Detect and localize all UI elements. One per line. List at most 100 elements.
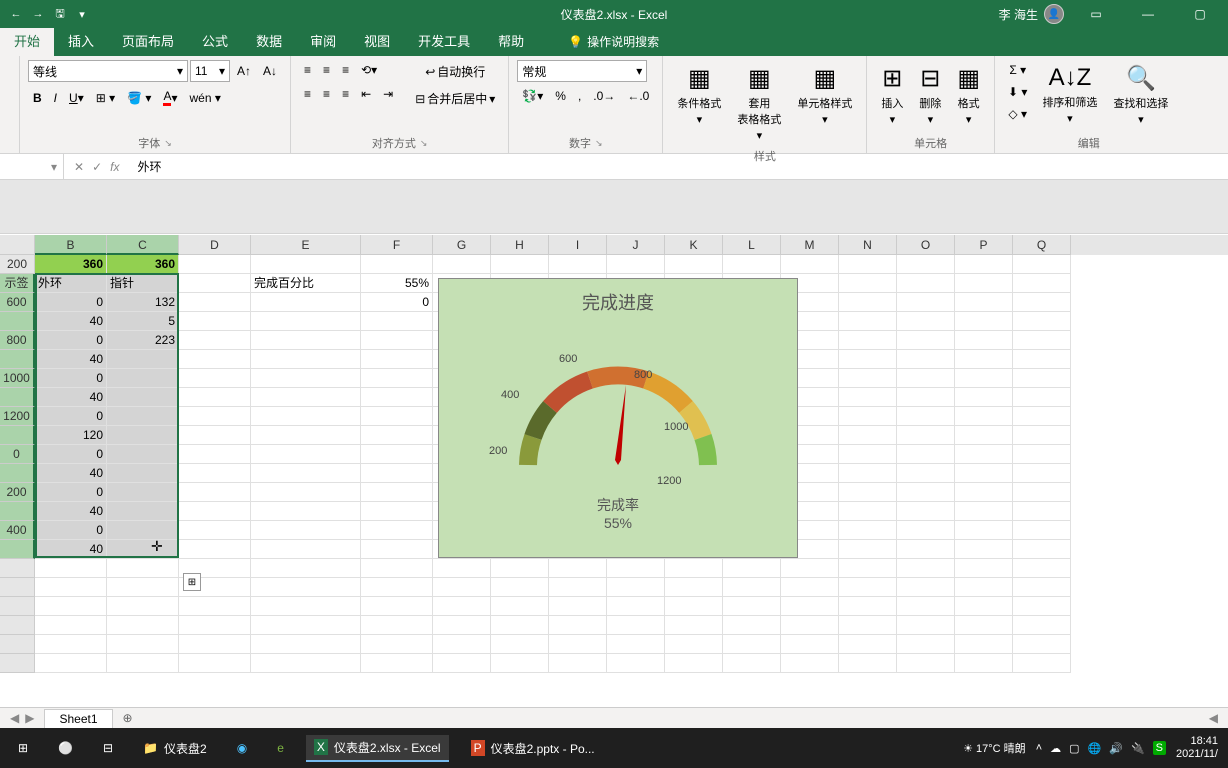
search-taskbar-icon[interactable]: ⚪ xyxy=(50,737,81,759)
cell[interactable] xyxy=(361,388,433,407)
cell[interactable] xyxy=(251,654,361,673)
cell[interactable] xyxy=(491,654,549,673)
tab-review[interactable]: 审阅 xyxy=(296,25,350,56)
cell[interactable] xyxy=(897,274,955,293)
cell[interactable]: 0 xyxy=(35,331,107,350)
cell[interactable] xyxy=(723,616,781,635)
explorer-task[interactable]: 📁 仪表盘2 xyxy=(135,736,215,761)
font-color-button[interactable]: A ▾ xyxy=(158,86,182,109)
row-header[interactable]: 800 xyxy=(0,331,35,350)
cell[interactable] xyxy=(433,654,491,673)
cell[interactable] xyxy=(897,464,955,483)
cell[interactable] xyxy=(251,426,361,445)
row-header[interactable] xyxy=(0,654,35,673)
cell[interactable] xyxy=(665,635,723,654)
cell[interactable] xyxy=(955,274,1013,293)
cell[interactable] xyxy=(781,578,839,597)
cell[interactable] xyxy=(839,369,897,388)
cell[interactable] xyxy=(723,255,781,274)
cell[interactable] xyxy=(1013,616,1071,635)
cell[interactable] xyxy=(107,559,179,578)
cell[interactable] xyxy=(839,540,897,559)
cell[interactable] xyxy=(361,445,433,464)
cell[interactable] xyxy=(179,388,251,407)
cell[interactable] xyxy=(897,369,955,388)
decrease-decimal-icon[interactable]: ←.0 xyxy=(622,86,654,106)
cell[interactable] xyxy=(839,635,897,654)
cell[interactable] xyxy=(361,521,433,540)
tab-home[interactable]: 开始 xyxy=(0,25,54,56)
align-right-icon[interactable]: ≡ xyxy=(337,84,354,104)
row-header[interactable] xyxy=(0,388,35,407)
cell[interactable] xyxy=(839,502,897,521)
cell[interactable] xyxy=(433,559,491,578)
indent-decrease-icon[interactable]: ⇤ xyxy=(356,84,376,104)
cell[interactable]: 40 xyxy=(35,502,107,521)
cell[interactable] xyxy=(35,635,107,654)
number-format-combo[interactable]: 常规▾ xyxy=(517,60,647,82)
cell[interactable] xyxy=(897,654,955,673)
cell[interactable]: 0 xyxy=(35,293,107,312)
cell[interactable] xyxy=(433,635,491,654)
cell[interactable] xyxy=(665,616,723,635)
cell[interactable] xyxy=(361,502,433,521)
cell[interactable] xyxy=(897,331,955,350)
cell[interactable]: 0 xyxy=(35,521,107,540)
cell[interactable] xyxy=(107,635,179,654)
row-header[interactable] xyxy=(0,426,35,445)
cell[interactable] xyxy=(361,578,433,597)
col-header[interactable]: H xyxy=(491,235,549,255)
cell[interactable] xyxy=(897,578,955,597)
cell[interactable] xyxy=(955,350,1013,369)
cell[interactable] xyxy=(897,616,955,635)
cell[interactable] xyxy=(781,616,839,635)
cell[interactable] xyxy=(839,559,897,578)
cell[interactable] xyxy=(897,350,955,369)
cell[interactable] xyxy=(179,369,251,388)
cell[interactable] xyxy=(665,559,723,578)
cell[interactable] xyxy=(361,350,433,369)
cell[interactable] xyxy=(179,407,251,426)
col-header[interactable]: P xyxy=(955,235,1013,255)
sheet-tab[interactable]: Sheet1 xyxy=(44,709,112,728)
merge-center-button[interactable]: ⊟合并后居中▾ xyxy=(410,87,500,110)
cell[interactable] xyxy=(361,616,433,635)
task-view-icon[interactable]: ⊟ xyxy=(95,737,121,759)
ie-task[interactable]: e xyxy=(269,737,292,759)
cell[interactable] xyxy=(361,635,433,654)
underline-button[interactable]: U ▾ xyxy=(64,88,89,108)
cell[interactable] xyxy=(839,464,897,483)
cell[interactable] xyxy=(1013,255,1071,274)
cell[interactable] xyxy=(35,654,107,673)
cell[interactable] xyxy=(897,426,955,445)
cell[interactable] xyxy=(361,369,433,388)
weather-widget[interactable]: ☀ 17°C 晴朗 xyxy=(963,740,1026,756)
cell[interactable] xyxy=(35,578,107,597)
cell[interactable]: 完成百分比 xyxy=(251,274,361,293)
align-left-icon[interactable]: ≡ xyxy=(299,84,316,104)
cell[interactable]: 223 xyxy=(107,331,179,350)
cell[interactable] xyxy=(179,654,251,673)
cell[interactable] xyxy=(1013,654,1071,673)
cell[interactable] xyxy=(361,559,433,578)
phonetic-button[interactable]: wén ▾ xyxy=(185,88,226,108)
tray-battery-icon[interactable]: 🔌 xyxy=(1131,742,1145,755)
cell[interactable] xyxy=(955,597,1013,616)
cell[interactable] xyxy=(955,445,1013,464)
cell[interactable] xyxy=(251,578,361,597)
col-header[interactable]: M xyxy=(781,235,839,255)
cell[interactable] xyxy=(1013,293,1071,312)
tray-volume-icon[interactable]: 🔊 xyxy=(1109,742,1123,755)
cell[interactable] xyxy=(107,654,179,673)
cell[interactable] xyxy=(897,407,955,426)
col-header[interactable]: C xyxy=(107,235,179,255)
cell[interactable] xyxy=(179,312,251,331)
cell[interactable] xyxy=(1013,369,1071,388)
cell[interactable] xyxy=(955,388,1013,407)
quick-analysis-icon[interactable]: ⊞ xyxy=(183,573,201,591)
cell[interactable] xyxy=(361,312,433,331)
cell[interactable]: 0 xyxy=(35,483,107,502)
cancel-formula-icon[interactable]: ✕ xyxy=(74,160,84,174)
cell[interactable] xyxy=(839,578,897,597)
fill-button[interactable]: ⬇ ▾ xyxy=(1003,82,1032,102)
